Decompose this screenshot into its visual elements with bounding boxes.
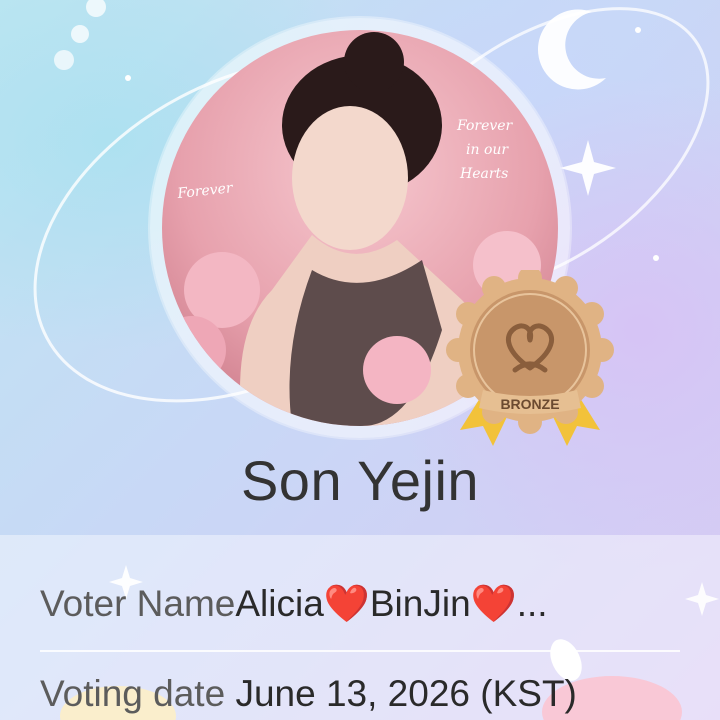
- row-divider: [40, 650, 680, 652]
- bubble-dot: [71, 25, 89, 43]
- heart-icon: ❤️: [323, 583, 370, 624]
- bubble-dot: [86, 0, 106, 17]
- heart-icon: ❤️: [470, 583, 517, 624]
- photo-text-right-3: Hearts: [459, 166, 508, 182]
- voting-date-label: Voting date: [40, 673, 226, 714]
- voter-name-part2: BinJin: [369, 583, 471, 624]
- star-dot: [653, 255, 659, 261]
- sparkle-icon: [560, 140, 616, 196]
- star-dot: [635, 27, 641, 33]
- bubble-dot: [54, 50, 74, 70]
- vote-certificate-card: Forever Forever in our Hearts BRONZE Son…: [0, 0, 720, 720]
- voter-label: Voter Name: [40, 583, 236, 624]
- voter-name-part1: Alicia: [235, 583, 324, 624]
- voting-date-value: June 13, 2026 (KST): [235, 673, 577, 714]
- photo-text-right-1: Forever: [456, 118, 514, 134]
- face: [292, 106, 408, 250]
- star-dot: [125, 75, 131, 81]
- hair-bun: [344, 32, 404, 92]
- voter-name-ellipsis: ...: [516, 583, 548, 624]
- bronze-badge: BRONZE: [446, 270, 614, 446]
- voting-date-row: Voting date June 13, 2026 (KST): [40, 673, 680, 715]
- flower: [363, 336, 431, 404]
- voter-row: Voter NameAlicia❤️BinJin❤️...: [40, 583, 680, 626]
- photo-text-right-2: in our: [466, 142, 509, 158]
- moon-icon: [537, 9, 606, 90]
- artist-name: Son Yejin: [240, 449, 480, 512]
- badge-label: BRONZE: [500, 396, 559, 412]
